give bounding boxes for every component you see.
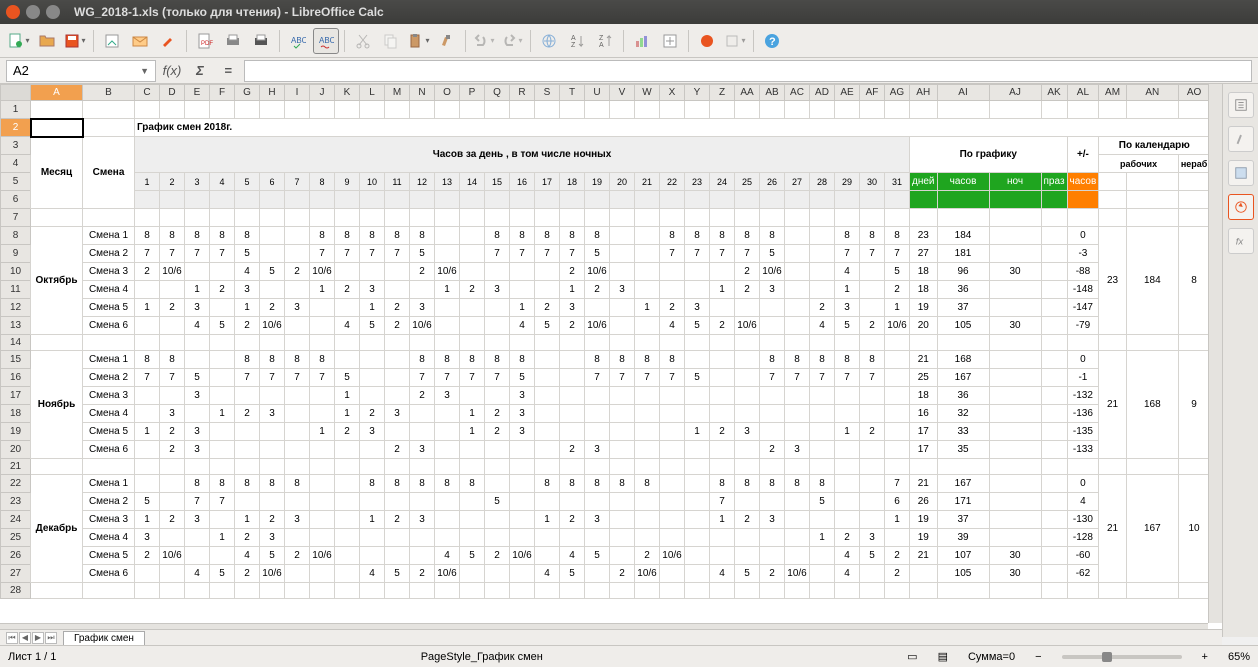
sidebar-gallery-button[interactable] [1228,160,1254,186]
zoom-out-button[interactable]: − [1035,651,1041,663]
svg-text:ABC: ABC [291,36,306,45]
tab-prev-button[interactable]: ◀ [19,632,31,644]
status-insert-mode-icon: ▭ [907,650,917,663]
status-sheet: Лист 1 / 1 [8,651,56,663]
tab-last-button[interactable]: ⏭ [45,632,57,644]
sort-asc-button[interactable]: AZ [564,28,590,54]
window-maximize-button[interactable] [46,5,60,19]
tab-next-button[interactable]: ▶ [32,632,44,644]
equals-button[interactable]: = [216,61,240,81]
vertical-scrollbar[interactable] [1208,84,1222,623]
print-button[interactable] [248,28,274,54]
main-toolbar: PDF ABC ABC AZ ZA ? [0,24,1258,58]
open-button[interactable] [34,28,60,54]
cut-button[interactable] [350,28,376,54]
pdf-button[interactable]: PDF [192,28,218,54]
copy-button[interactable] [378,28,404,54]
sheet-area: ABCDEFGHIJKLMNOPQRSTUVWXYZAAABACADAEAFAG… [0,84,1222,637]
export-pdf-button[interactable] [99,28,125,54]
status-selection-mode-icon: ▤ [938,650,948,663]
print-preview-button[interactable] [220,28,246,54]
status-pagestyle: PageStyle_График смен [421,651,543,663]
undo-button[interactable] [471,28,497,54]
tab-first-button[interactable]: ⏮ [6,632,18,644]
function-wizard-button[interactable]: f(x) [160,61,184,81]
hyperlink-button[interactable] [536,28,562,54]
svg-text:Z: Z [571,42,576,49]
sort-desc-button[interactable]: ZA [592,28,618,54]
edit-mode-button[interactable] [155,28,181,54]
format-paintbrush-button[interactable] [434,28,460,54]
paste-button[interactable] [406,28,432,54]
sidebar-styles-button[interactable] [1228,126,1254,152]
gallery-button[interactable] [694,28,720,54]
formula-input[interactable] [244,60,1252,82]
svg-text:fx: fx [1235,237,1244,248]
name-box[interactable]: A2▼ [6,60,156,82]
chart-button[interactable] [629,28,655,54]
navigator-button[interactable] [657,28,683,54]
mail-button[interactable] [127,28,153,54]
sheet-tabs: ⏮ ◀ ▶ ⏭ График смен [0,629,1222,645]
zoom-slider[interactable] [1062,655,1182,659]
save-button[interactable] [62,28,88,54]
auto-spellcheck-button[interactable]: ABC [313,28,339,54]
svg-text:PDF: PDF [201,41,213,47]
sheet-tab-active[interactable]: График смен [63,631,145,645]
sidebar-navigator-button[interactable] [1228,194,1254,220]
status-sum: Сумма=0 [968,651,1015,663]
window-title: WG_2018-1.xls (только для чтения) - Libr… [74,5,384,19]
window-minimize-button[interactable] [26,5,40,19]
formula-bar: A2▼ f(x) Σ = [0,58,1258,84]
svg-text:?: ? [769,36,776,48]
help-button[interactable]: ? [759,28,785,54]
sidebar-functions-button[interactable]: fx [1228,228,1254,254]
svg-text:Z: Z [599,35,604,42]
window-titlebar: WG_2018-1.xls (только для чтения) - Libr… [0,0,1258,24]
window-close-button[interactable] [6,5,20,19]
zoom-button[interactable] [722,28,748,54]
svg-text:A: A [599,42,604,49]
redo-button[interactable] [499,28,525,54]
new-document-button[interactable] [6,28,32,54]
sidebar-properties-button[interactable] [1228,92,1254,118]
status-bar: Лист 1 / 1 PageStyle_График смен ▭ ▤ Сум… [0,645,1258,667]
status-zoom: 65% [1228,651,1250,663]
svg-text:A: A [571,35,576,42]
sidebar: fx [1222,84,1258,637]
sum-button[interactable]: Σ [188,61,212,81]
zoom-in-button[interactable]: + [1202,651,1208,663]
spreadsheet-grid[interactable]: ABCDEFGHIJKLMNOPQRSTUVWXYZAAABACADAEAFAG… [0,84,1208,623]
spellcheck-button[interactable]: ABC [285,28,311,54]
svg-text:ABC: ABC [319,36,334,45]
